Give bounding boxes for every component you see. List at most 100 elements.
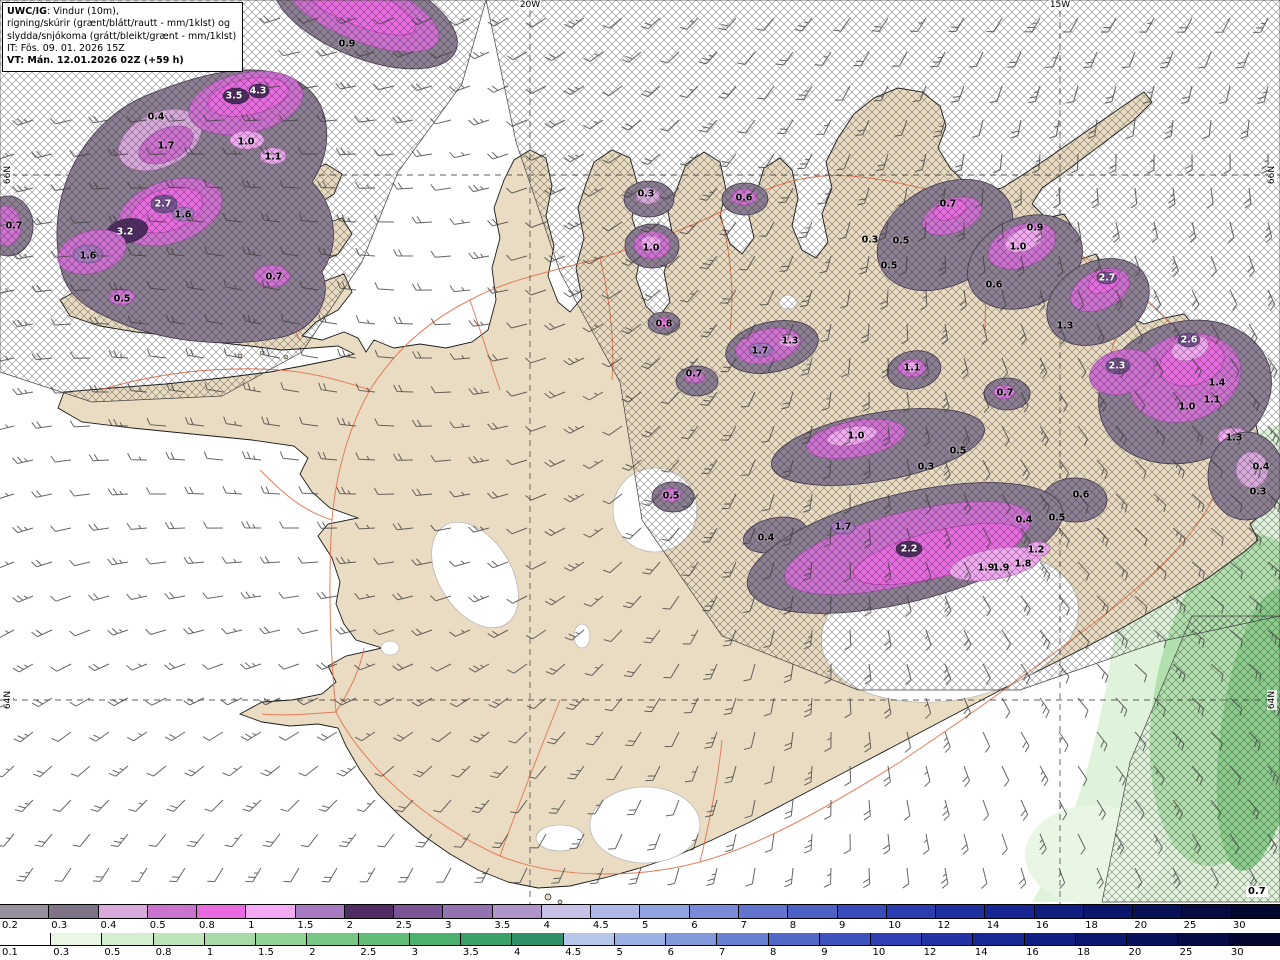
legend-color-cell [246,905,296,918]
legend-value-label: 6 [691,919,698,931]
legend-color-cell [492,905,542,918]
legend-value-label: 18 [1077,947,1090,959]
legend-value-label: 1 [248,919,255,931]
legend-value-label: 9 [838,919,846,931]
legend-value-label: 0.3 [53,947,70,959]
precip-value-label: 1.0 [1178,401,1196,413]
precip-value-label: 0.6 [735,192,753,204]
legend-value-label: 30 [1230,947,1244,959]
precip-value-label: 1.9 [992,562,1010,574]
legend-value-label: 7 [740,919,747,931]
legend-value-label: 0.5 [149,919,166,931]
legend-value-label: 4 [543,919,550,931]
precip-value-label: 0.3 [1249,486,1267,498]
legend-value-label: 4 [514,947,521,959]
precip-value-label: 0.7 [265,271,283,283]
legend-value-label: 0.5 [104,947,121,959]
weather-chart-page: { "header": { "brand": "UWC/IG", "line1_… [0,0,1280,960]
legend-color-cell [1083,905,1134,918]
legend-color-cell [837,905,887,918]
legend-rain-labels: 0.1 0.3 0.5 0.8 1 1.5 2 2.5 3 3.5 4 4.5 5 6 7 8 9 10 12 14 1… [0,946,1280,960]
legend-color-cell [512,932,564,946]
legend-color-cell [886,905,937,918]
precip-value-label: 0.5 [880,260,898,272]
legend-value-label: 1 [206,947,214,959]
legend-value-label: 2.5 [395,919,412,931]
precip-value-label: 1.3 [1056,320,1074,332]
legend: 0.2 0.3 0.4 0.5 0.8 1 1.5 2 2.5 3 3.5 4 4.5 5 6 7 8 9 10 12… [0,904,1280,960]
legend-color-cell [717,932,769,946]
legend-color-cell [147,905,198,918]
precip-value-label: 2.6 [1180,334,1198,346]
meridian-label: 15W [1048,0,1072,10]
precip-value-label: 1.1 [903,362,921,374]
precip-value-label: 0.6 [985,279,1003,291]
legend-color-cell [98,905,148,918]
legend-color-cell [1231,905,1280,918]
legend-color-cell [102,932,154,946]
precip-value-label: 1.4 [1208,377,1226,389]
map-svg [0,0,1280,904]
legend-color-cell [1024,932,1076,946]
legend-value-label: 0.2 [2,919,18,931]
legend-color-cell [591,905,641,918]
precip-value-label: 1.2 [1027,544,1045,556]
legend-color-cell [358,932,410,946]
precip-value-label: 1.0 [847,430,865,442]
legend-value-label: 0.3 [51,919,68,931]
edge-value-label: 0.7 [1246,886,1268,897]
precip-value-label: 2.2 [900,543,918,555]
legend-value-label: 3 [411,947,418,959]
precip-value-label: 0.4 [1252,461,1270,473]
precip-value-label: 0.4 [757,532,775,544]
meridian-label: 20W [518,0,542,10]
precip-value-label: 0.4 [1015,514,1033,526]
legend-color-cell [344,905,395,918]
legend-color-cell [788,905,838,918]
precip-value-label: 1.3 [1225,432,1243,444]
precip-value-label: 0.7 [939,198,957,210]
legend-value-label: 25 [1179,947,1193,959]
legend-value-label: 5 [642,919,649,931]
precip-value-label: 0.4 [147,111,165,123]
precip-value-label: 0.5 [662,490,680,502]
precip-value-label: 2.3 [1108,360,1126,372]
precip-value-label: 0.7 [5,220,23,232]
legend-snow-colorbar [0,905,1280,919]
legend-color-cell [640,905,690,918]
chart-info-box: UWC/IG: Vindur (10m), rigning/skúrir (gr… [2,2,244,72]
legend-value-label: 4.5 [565,947,582,959]
legend-value-label: 16 [1026,947,1039,959]
legend-color-cell [738,905,789,918]
legend-color-cell [922,932,974,946]
precip-value-label: 1.7 [157,140,175,152]
legend-value-label: 16 [1035,919,1049,931]
legend-value-label: 20 [1128,947,1142,959]
legend-color-cell [1034,905,1084,918]
precip-value-label: 1.6 [174,209,192,221]
legend-value-label: 1.5 [258,947,274,959]
precip-value-label: 1.6 [79,250,97,262]
precip-value-label: 0.3 [637,188,655,200]
legend-color-cell [1133,905,1183,918]
precip-value-label: 1.0 [642,242,660,254]
legend-value-label: 9 [821,947,828,959]
legend-color-cell [870,932,923,946]
legend-value-label: 1.5 [297,919,314,931]
precip-value-label: 3.5 [225,90,243,102]
info-line-1-rest: : Vindur (10m), [46,6,119,17]
legend-value-label: 12 [937,919,951,931]
legend-color-cell [307,932,359,946]
legend-value-label: 2 [309,947,316,959]
legend-value-label: 0.8 [198,919,215,931]
precip-value-label: 1.0 [1009,241,1027,253]
precip-value-label: 0.5 [892,235,910,247]
info-line-2: rigning/skúrir (grænt/blátt/rautt - mm/1… [7,18,230,30]
parallel-label: 66N [1267,164,1277,186]
legend-color-cell [443,905,493,918]
legend-color-cell [295,905,345,918]
precip-value-label: 0.9 [1026,222,1044,234]
precip-value-label: 3.2 [116,226,134,238]
init-time: IT: Fös. 09. 01. 2026 15Z [7,43,125,55]
legend-value-label: 3 [445,919,452,931]
